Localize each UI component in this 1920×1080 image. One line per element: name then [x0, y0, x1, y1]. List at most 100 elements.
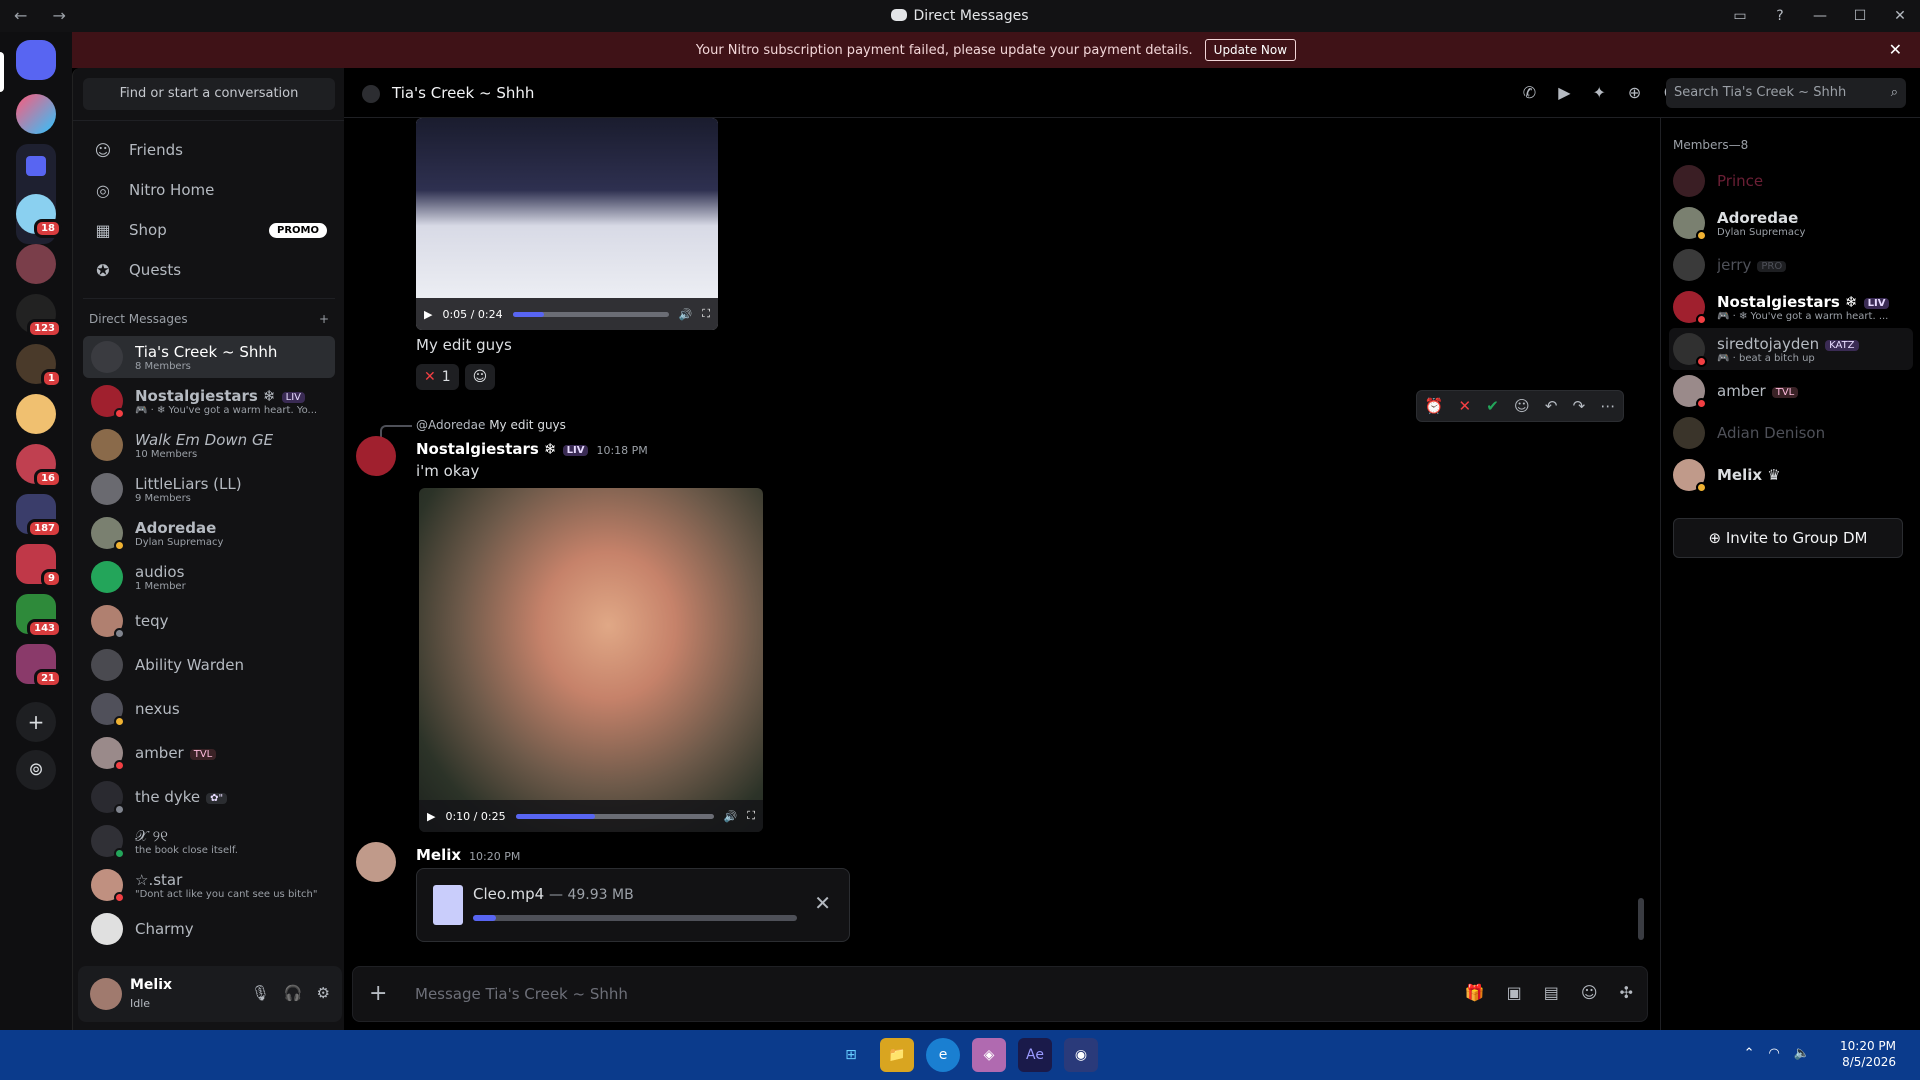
volume-icon[interactable]: 🔊	[724, 810, 738, 823]
nav-nitro-home[interactable]: ◎ Nitro Home	[83, 170, 335, 210]
maximize-button[interactable]: ☐	[1840, 8, 1880, 24]
minimize-button[interactable]: —	[1800, 8, 1840, 24]
member-item[interactable]: Prince	[1669, 160, 1913, 202]
reaction-x[interactable]: ✕ 1	[416, 364, 459, 390]
chevron-up-icon[interactable]: ⌃	[1744, 1046, 1755, 1061]
avatar[interactable]	[356, 842, 396, 882]
sticker-icon[interactable]: ▤	[1544, 983, 1559, 1002]
video-call-icon[interactable]: ▶	[1558, 83, 1570, 102]
server-icon[interactable]: 1	[16, 344, 62, 388]
dm-item[interactable]: Tia's Creek ~ Shhh 8 Members	[83, 336, 335, 378]
add-friends-icon[interactable]: ⊕	[1628, 83, 1641, 102]
check-emoji-icon[interactable]: ✔	[1486, 397, 1499, 415]
video-progress[interactable]	[515, 813, 714, 819]
wifi-icon[interactable]: ◠	[1768, 1046, 1779, 1061]
server-icon[interactable]: 123	[16, 294, 62, 338]
member-item[interactable]: jerry PRO	[1669, 244, 1913, 286]
scrollbar[interactable]	[1638, 898, 1644, 940]
home-button[interactable]	[16, 40, 56, 80]
play-icon[interactable]: ▶	[427, 810, 435, 823]
reply-reference[interactable]: @Adoredae My edit guys	[380, 418, 566, 439]
more-icon[interactable]: ⋯	[1600, 397, 1615, 415]
server-icon[interactable]: 16	[16, 444, 62, 488]
author-name[interactable]: Melix	[416, 846, 461, 864]
find-conversation-button[interactable]: Find or start a conversation	[83, 78, 335, 110]
add-reaction-button[interactable]: ☺	[464, 364, 496, 390]
help-icon[interactable]: ?	[1760, 8, 1800, 24]
discord-taskbar-icon[interactable]: ◉	[1064, 1038, 1098, 1072]
dm-item[interactable]: Charmy	[83, 908, 335, 950]
server-icon[interactable]	[16, 244, 56, 284]
server-folder[interactable]: 187	[16, 494, 62, 538]
headphones-icon[interactable]: 🎧	[284, 984, 303, 1002]
server-folder[interactable]: 9	[16, 544, 62, 588]
gear-icon[interactable]: ⚙	[317, 984, 330, 1002]
dm-item[interactable]: ☆.star "Dont act like you cant see us bit…	[83, 864, 335, 906]
forward-icon[interactable]: ↷	[1573, 397, 1586, 415]
member-item[interactable]: amber TVL	[1669, 370, 1913, 412]
start-icon[interactable]: ⊞	[834, 1038, 868, 1072]
alarm-emoji-icon[interactable]: ⏰	[1425, 397, 1444, 415]
upload-plus-icon[interactable]: +	[369, 981, 387, 1006]
dm-item[interactable]: 𝒳 ୨୧ the book close itself.	[83, 820, 335, 862]
author-name[interactable]: Nostalgiestars ❄	[416, 440, 557, 458]
create-dm-button[interactable]: +	[319, 312, 329, 326]
member-item[interactable]: Adoredae Dylan Supremacy	[1669, 202, 1913, 244]
dm-item[interactable]: Walk Em Down GE 10 Members	[83, 424, 335, 466]
reply-icon[interactable]: ↶	[1545, 397, 1558, 415]
fullscreen-icon[interactable]: ⛶	[747, 809, 755, 823]
nav-friends[interactable]: ☺ Friends	[83, 130, 335, 170]
dm-item[interactable]: LittleLiars (LL) 9 Members	[83, 468, 335, 510]
invite-to-group-button[interactable]: ⊕ Invite to Group DM	[1673, 518, 1903, 558]
app-icon[interactable]: ◈	[972, 1038, 1006, 1072]
member-item[interactable]: siredtojayden KATZ 🎮 · beat a bitch up	[1669, 328, 1913, 370]
dm-item[interactable]: Adoredae Dylan Supremacy	[83, 512, 335, 554]
server-icon[interactable]	[16, 94, 56, 134]
dm-item[interactable]: the dyke ✿"	[83, 776, 335, 818]
add-reaction-icon[interactable]: ☺	[1514, 397, 1530, 415]
nav-shop[interactable]: ▦ Shop PROMO	[83, 210, 335, 250]
volume-icon[interactable]: 🔈	[1794, 1046, 1810, 1061]
video-attachment[interactable]: ▶ 0:10 / 0:25 🔊 ⛶	[419, 488, 763, 832]
gif-icon[interactable]: ▣	[1507, 983, 1522, 1002]
cancel-upload-button[interactable]: ✕	[814, 891, 831, 915]
update-now-button[interactable]: Update Now	[1204, 39, 1297, 61]
server-icon[interactable]	[16, 394, 56, 434]
voice-call-icon[interactable]: ✆	[1523, 83, 1536, 102]
clock[interactable]: 10:20 PM 8/5/2026	[1840, 1038, 1896, 1070]
pinned-messages-icon[interactable]: ✦	[1593, 83, 1606, 102]
avatar[interactable]	[356, 436, 396, 476]
video-attachment[interactable]: ▶ 0:05 / 0:24 🔊 ⛶	[416, 118, 718, 330]
file-explorer-icon[interactable]: 📁	[880, 1038, 914, 1072]
video-progress[interactable]	[512, 311, 669, 317]
after-effects-icon[interactable]: Ae	[1018, 1038, 1052, 1072]
microphone-icon[interactable]: 🎙	[251, 984, 270, 1002]
search-input[interactable]: Search Tia's Creek ~ Shhh ⌕	[1666, 78, 1906, 108]
fullscreen-icon[interactable]: ⛶	[702, 307, 710, 321]
apps-icon[interactable]: ✣	[1620, 983, 1633, 1002]
nav-quests[interactable]: ✪ Quests	[83, 250, 335, 290]
server-folder[interactable]: 143	[16, 594, 62, 638]
volume-icon[interactable]: 🔊	[679, 308, 693, 321]
close-icon[interactable]: ✕	[1889, 40, 1902, 59]
message-input[interactable]: Message Tia's Creek ~ Shhh	[415, 985, 628, 1003]
inbox-icon[interactable]: ▭	[1720, 8, 1760, 24]
server-folder[interactable]: 21	[16, 644, 62, 688]
server-icon[interactable]: 18	[16, 194, 62, 238]
dm-item[interactable]: teqy	[83, 600, 335, 642]
dm-item[interactable]: amber TVL	[83, 732, 335, 774]
emoji-icon[interactable]: ☺	[1581, 983, 1598, 1002]
gift-icon[interactable]: 🎁	[1465, 983, 1485, 1002]
play-icon[interactable]: ▶	[424, 308, 432, 321]
edge-icon[interactable]: e	[926, 1038, 960, 1072]
dm-item[interactable]: audios 1 Member	[83, 556, 335, 598]
dm-item[interactable]: nexus	[83, 688, 335, 730]
close-button[interactable]: ✕	[1880, 8, 1920, 24]
member-item[interactable]: Adian Denison	[1669, 412, 1913, 454]
dm-item[interactable]: Ability Warden	[83, 644, 335, 686]
member-item[interactable]: Nostalgiestars ❄ LIV 🎮 · ❄ You've got a wa…	[1669, 286, 1913, 328]
avatar[interactable]	[90, 978, 122, 1010]
add-server-button[interactable]: +	[16, 702, 56, 742]
dm-item[interactable]: Nostalgiestars ❄ LIV 🎮 · ❄ You've got a wa…	[83, 380, 335, 422]
cross-emoji-icon[interactable]: ✕	[1458, 397, 1471, 415]
